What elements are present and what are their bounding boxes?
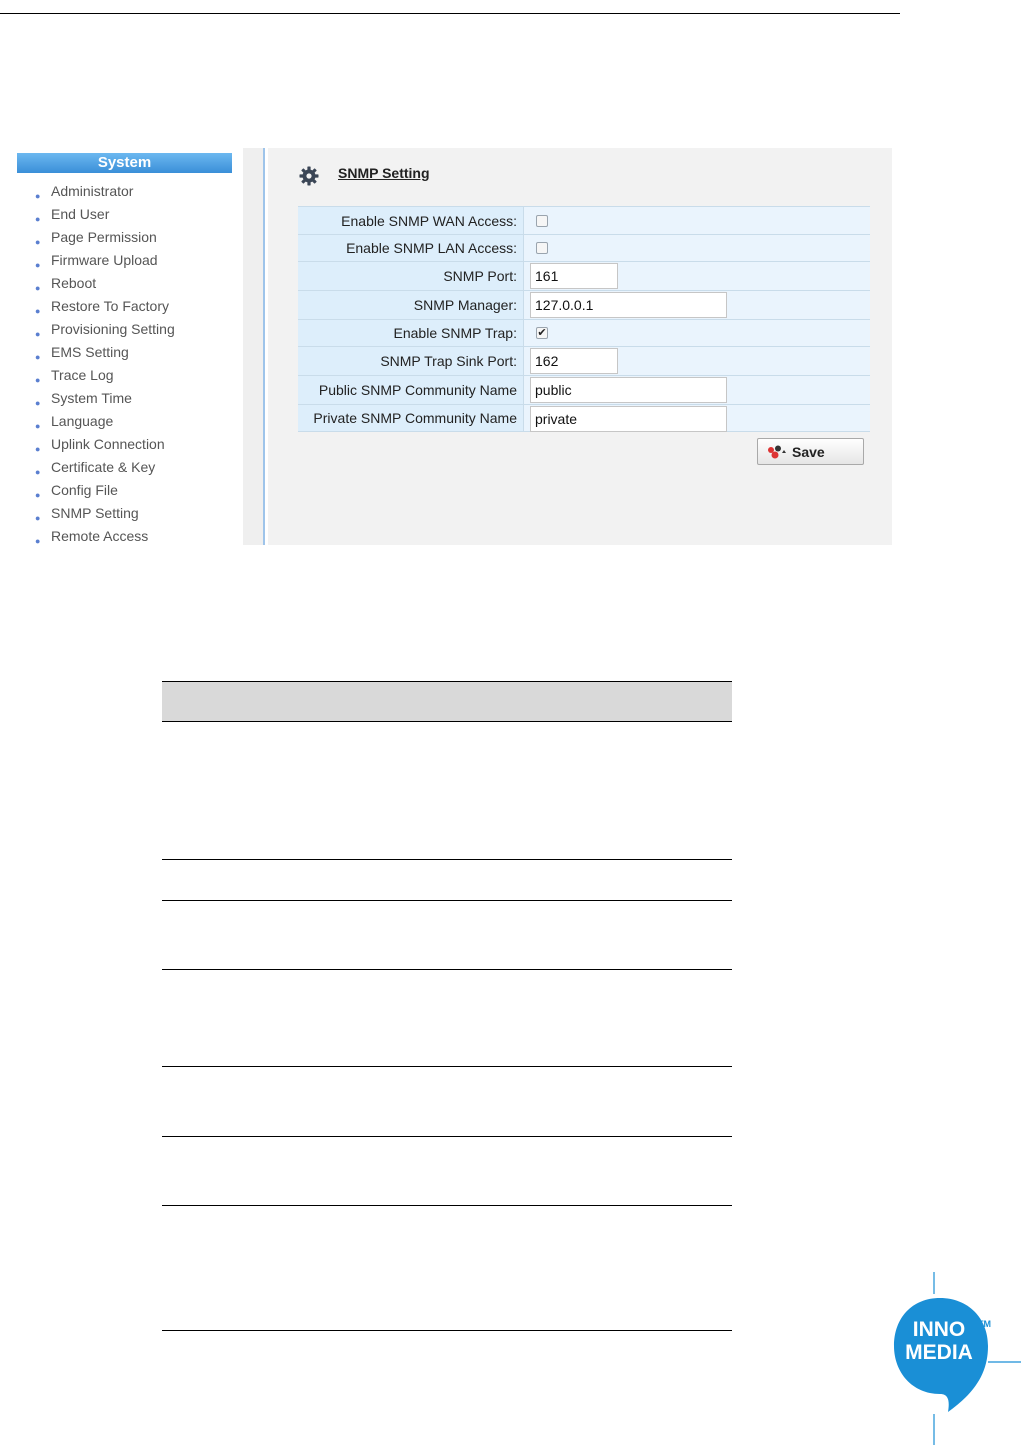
sidebar-item-ems-setting[interactable]: ● EMS Setting [15,341,175,364]
bullet-icon: ● [35,536,41,546]
sidebar-item-snmp-setting[interactable]: ● SNMP Setting [15,502,175,525]
sidebar-item-page-permission[interactable]: ● Page Permission [15,226,175,249]
form-row-trap-sink-port: SNMP Trap Sink Port: [298,346,870,375]
sidebar-item-label: Uplink Connection [51,436,165,452]
sidebar-item-certificate-key[interactable]: ● Certificate & Key [15,456,175,479]
sidebar-item-config-file[interactable]: ● Config File [15,479,175,502]
public-community-label: Public SNMP Community Name [298,376,524,404]
form-row-wan-access: Enable SNMP WAN Access: [298,206,870,234]
sidebar-item-label: Certificate & Key [51,459,156,475]
main-content: SNMP Setting Enable SNMP WAN Access: Ena… [268,148,892,545]
snmp-settings-screenshot: System ● Administrator ● End User ● Page Pe… [15,148,892,548]
sidebar-item-label: Trace Log [51,367,114,383]
sidebar-header: System [17,153,232,173]
table-row-divider [162,969,732,970]
snmp-trap-checkbox[interactable]: ✔ [536,327,548,339]
save-button[interactable]: Save [757,438,864,465]
sidebar-item-remote-access[interactable]: ● Remote Access [15,525,175,548]
save-label: Save [792,444,825,460]
sidebar-item-uplink-connection[interactable]: ● Uplink Connection [15,433,175,456]
sidebar-item-reboot[interactable]: ● Reboot [15,272,175,295]
trap-sink-port-input[interactable] [530,348,618,374]
sidebar-item-label: Remote Access [51,528,149,544]
public-community-value [524,376,870,404]
snmp-settings-form: Enable SNMP WAN Access: Enable SNMP LAN … [298,206,870,432]
gear-icon [299,166,319,186]
trap-sink-port-value [524,347,870,375]
snmp-port-value [524,262,870,290]
sidebar-item-label: Provisioning Setting [51,321,175,337]
sidebar-item-label: Language [51,413,114,429]
form-row-snmp-trap: Enable SNMP Trap: ✔ [298,319,870,346]
wan-access-value [524,207,870,234]
snmp-manager-input[interactable] [530,292,727,318]
sidebar-item-label: Page Permission [51,229,157,245]
form-row-snmp-port: SNMP Port: [298,261,870,290]
page-title: SNMP Setting [338,165,430,181]
sidebar-item-label: EMS Setting [51,344,129,360]
sidebar-item-end-user[interactable]: ● End User [15,203,175,226]
snmp-port-input[interactable] [530,263,618,289]
panel-divider [263,148,265,545]
people-icon [768,445,786,459]
lan-access-checkbox[interactable] [536,242,548,254]
private-community-value [524,405,870,432]
sidebar-item-administrator[interactable]: ● Administrator [15,180,175,203]
sidebar-item-label: End User [51,206,110,222]
sidebar: System ● Administrator ● End User ● Page Pe… [15,148,243,548]
sidebar-item-label: Firmware Upload [51,252,158,268]
table-row-divider [162,859,732,860]
table-row-divider [162,1136,732,1137]
sidebar-item-label: System Time [51,390,132,406]
sidebar-item-label: SNMP Setting [51,505,139,521]
sidebar-gutter [243,148,265,545]
private-community-input[interactable] [530,406,727,432]
table-row-divider [162,900,732,901]
sidebar-item-label: Reboot [51,275,97,291]
lan-access-value [524,235,870,261]
snmp-trap-value: ✔ [524,320,870,346]
logo-line2: MEDIA [905,1341,973,1364]
logo-tm: TM [978,1319,991,1329]
form-row-private-community: Private SNMP Community Name [298,404,870,432]
wan-access-label: Enable SNMP WAN Access: [298,207,524,234]
sidebar-item-firmware-upload[interactable]: ● Firmware Upload [15,249,175,272]
private-community-label: Private SNMP Community Name [298,405,524,431]
sidebar-item-label: Restore To Factory [51,298,170,314]
innomedia-logo: INNO MEDIA TM [894,1272,1021,1445]
form-row-snmp-manager: SNMP Manager: [298,290,870,319]
table-row-divider [162,1066,732,1067]
lan-access-label: Enable SNMP LAN Access: [298,235,524,261]
sidebar-item-trace-log[interactable]: ● Trace Log [15,364,175,387]
form-row-lan-access: Enable SNMP LAN Access: [298,234,870,261]
snmp-port-label: SNMP Port: [298,262,524,290]
sidebar-item-label: Administrator [51,183,134,199]
page-top-rule [0,13,900,14]
snmp-manager-label: SNMP Manager: [298,291,524,319]
sidebar-item-label: Config File [51,482,118,498]
trap-sink-port-label: SNMP Trap Sink Port: [298,347,524,375]
snmp-trap-label: Enable SNMP Trap: [298,320,524,346]
table-row-divider [162,1205,732,1206]
wan-access-checkbox[interactable] [536,215,548,227]
form-row-public-community: Public SNMP Community Name [298,375,870,404]
sidebar-item-restore-to-factory[interactable]: ● Restore To Factory [15,295,175,318]
sidebar-item-system-time[interactable]: ● System Time [15,387,175,410]
snmp-manager-value [524,291,870,319]
table-header [162,681,732,722]
sidebar-nav: ● Administrator ● End User ● Page Permissio… [15,180,175,548]
sidebar-item-language[interactable]: ● Language [15,410,175,433]
public-community-input[interactable] [530,377,727,403]
sidebar-item-provisioning-setting[interactable]: ● Provisioning Setting [15,318,175,341]
table-row-divider [162,1330,732,1331]
logo-line1: INNO [913,1318,966,1341]
